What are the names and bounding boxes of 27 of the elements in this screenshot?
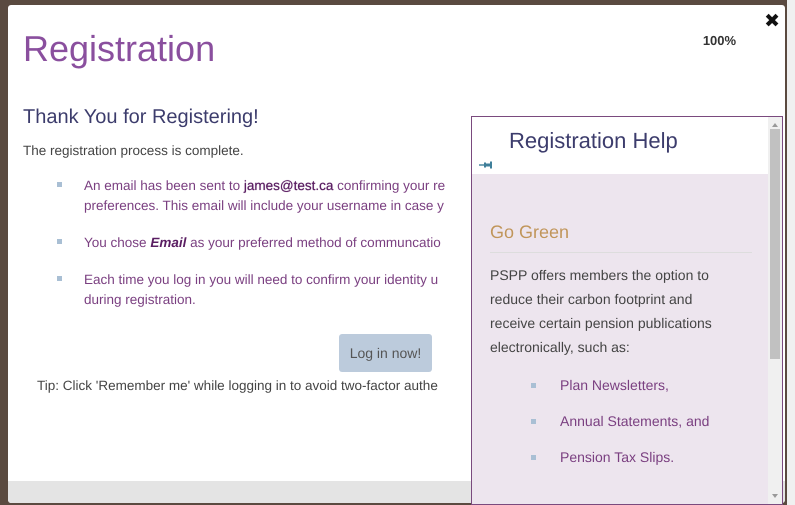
page-scrollbar[interactable] — [787, 0, 795, 505]
bullet-icon — [57, 239, 62, 244]
list-item: Annual Statements, and — [560, 412, 710, 431]
pin-icon[interactable] — [479, 161, 493, 169]
list-item: Plan Newsletters, — [560, 376, 669, 395]
bullet-text: You chose Email as your preferred method of communcatio — [84, 234, 441, 252]
zoom-level: 100% — [702, 33, 736, 48]
bullet-text: during registration. — [84, 291, 197, 309]
bullet-text: An email has been sent to james@test.ca confirming your re — [84, 177, 446, 195]
help-paragraph: PSPP offers members the option to reduce their carbon footprint and receive certain pension publications electronically, such as: — [490, 266, 713, 357]
bullet-icon — [531, 382, 536, 388]
section-heading: Thank You for Registering! — [23, 105, 260, 130]
login-button[interactable]: Log in now! — [339, 334, 432, 372]
close-button[interactable]: ✖ — [764, 11, 780, 31]
bullet-icon — [531, 454, 536, 460]
bullet-text: preferences. This email will include your username in case y — [84, 197, 445, 215]
bullet-icon — [531, 418, 536, 424]
tip-text: Tip: Click 'Remember me' while logging in to avoid two-factor authe — [37, 378, 438, 393]
bullet-icon — [57, 276, 62, 281]
help-section-heading: Go Green — [490, 222, 752, 253]
intro-text: The registration process is complete. — [23, 142, 244, 160]
dialog-title: Registration — [23, 28, 216, 70]
bullet-text: Each time you log in you will need to confirm your identity u — [84, 271, 438, 289]
help-title: Registration Help — [508, 127, 679, 154]
help-scrollbar[interactable] — [768, 117, 782, 504]
bullet-icon — [57, 182, 62, 187]
list-item: Pension Tax Slips. — [560, 448, 674, 467]
